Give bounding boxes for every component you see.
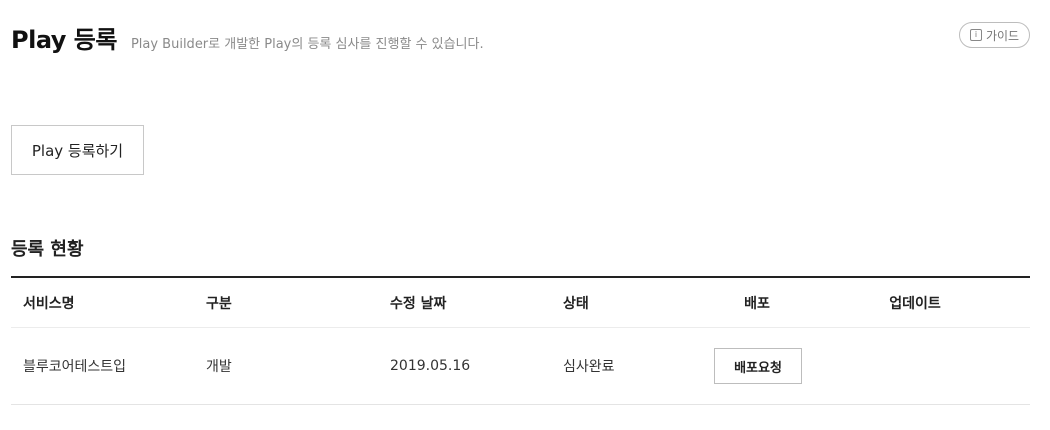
page-description: Play Builder로 개발한 Play의 등록 심사를 진행할 수 있습니… <box>130 37 484 52</box>
table-row: 블루코어테스트입 개발 2019.05.16 심사완료 배포요청 <box>11 328 1030 405</box>
register-play-button-label: Play 등록하기 <box>31 141 124 160</box>
deploy-request-button-label: 배포요청 <box>734 360 782 376</box>
column-header-update: 업데이트 <box>889 295 941 312</box>
column-header-service-name: 서비스명 <box>23 295 75 312</box>
section-title: 등록 현황 <box>11 239 84 260</box>
column-header-deploy: 배포 <box>744 295 770 312</box>
cell-category: 개발 <box>206 359 232 375</box>
page-title: Play 등록 <box>11 26 117 54</box>
column-header-status: 상태 <box>563 295 589 312</box>
deploy-request-button[interactable]: 배포요청 <box>714 348 802 384</box>
registration-table: 서비스명 구분 수정 날짜 상태 배포 업데이트 블루코어테스트입 개발 201… <box>11 276 1030 405</box>
cell-deploy: 배포요청 <box>714 348 802 384</box>
cell-service-name: 블루코어테스트입 <box>23 359 127 375</box>
guide-button[interactable]: i 가이드 <box>959 22 1030 48</box>
cell-status: 심사완료 <box>563 359 615 375</box>
guide-button-label: 가이드 <box>985 28 1020 43</box>
page-header: Play 등록 Play Builder로 개발한 Play의 등록 심사를 진… <box>11 20 484 55</box>
column-header-category: 구분 <box>206 295 232 312</box>
column-header-modified-date: 수정 날짜 <box>390 295 447 312</box>
register-play-button[interactable]: Play 등록하기 <box>11 125 144 175</box>
cell-modified-date: 2019.05.16 <box>390 358 471 374</box>
play-registration-page: Play 등록 Play Builder로 개발한 Play의 등록 심사를 진… <box>0 0 1050 430</box>
table-header-row: 서비스명 구분 수정 날짜 상태 배포 업데이트 <box>11 276 1030 328</box>
info-icon: i <box>969 29 982 41</box>
